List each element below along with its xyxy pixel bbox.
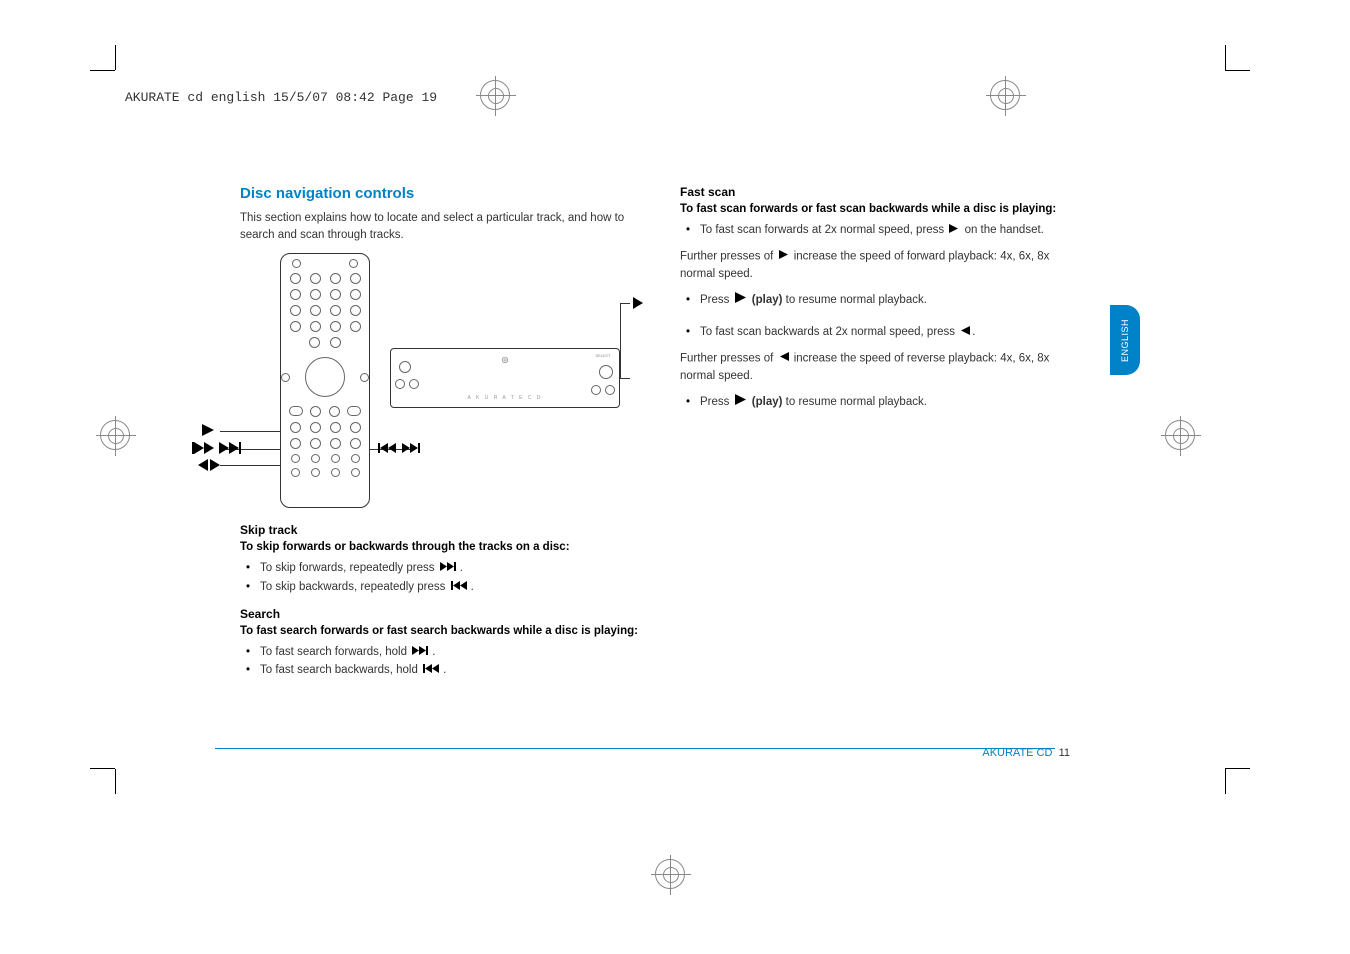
play-icon bbox=[949, 221, 959, 239]
left-right-icon bbox=[198, 459, 220, 474]
play-icon bbox=[779, 248, 789, 265]
language-tab: ENGLISH bbox=[1110, 305, 1140, 375]
register-mark bbox=[1165, 420, 1195, 450]
skip-back-icon bbox=[192, 442, 216, 457]
list-item: To fast scan backwards at 2x normal spee… bbox=[700, 323, 1080, 342]
reverse-icon bbox=[779, 350, 789, 367]
crop-mark bbox=[1225, 70, 1250, 71]
fast-scan-heading: Fast scan bbox=[680, 185, 1080, 199]
page-title: Disc navigation controls bbox=[240, 185, 640, 202]
intro-text: This section explains how to locate and … bbox=[240, 210, 640, 243]
register-mark bbox=[655, 859, 685, 889]
list-item: To fast search backwards, hold . bbox=[260, 661, 640, 680]
footer-rule bbox=[215, 748, 1055, 749]
list-item: To fast scan forwards at 2x normal speed… bbox=[700, 221, 1080, 240]
prepress-header: AKURATE cd english 15/5/07 08:42 Page 19 bbox=[125, 90, 437, 105]
footer-page-number: 11 bbox=[1059, 747, 1070, 759]
list-item: To skip forwards, repeatedly press . bbox=[260, 559, 640, 578]
play-icon bbox=[735, 393, 747, 411]
fast-scan-instruction: To fast scan forwards or fast scan backw… bbox=[680, 203, 1080, 215]
crop-mark bbox=[90, 768, 115, 769]
paragraph: Further presses of increase the speed of… bbox=[680, 248, 1080, 283]
page-content: Disc navigation controls This section ex… bbox=[240, 185, 1110, 688]
skip-forward-icon bbox=[412, 643, 430, 661]
list-item: To fast search forwards, hold . bbox=[260, 643, 640, 662]
crop-mark bbox=[1225, 769, 1226, 794]
play-icon bbox=[735, 291, 747, 309]
search-heading: Search bbox=[240, 607, 640, 621]
remote-and-deck-diagram: ◎ A K U R A T E C D SELECT bbox=[220, 253, 620, 513]
crop-mark bbox=[1225, 45, 1226, 70]
fast-list-4: Press (play) to resume normal playback. bbox=[680, 393, 1080, 412]
paragraph: Further presses of increase the speed of… bbox=[680, 350, 1080, 385]
play-icon bbox=[202, 424, 216, 439]
crop-mark bbox=[90, 70, 115, 71]
skip-instruction: To skip forwards or backwards through th… bbox=[240, 541, 640, 553]
deck-brand-label: A K U R A T E C D bbox=[468, 395, 543, 401]
reverse-icon bbox=[960, 323, 970, 341]
skip-back-icon bbox=[423, 661, 441, 679]
left-column: Disc navigation controls This section ex… bbox=[240, 185, 640, 688]
skip-heading: Skip track bbox=[240, 523, 640, 537]
skip-forward-icon bbox=[402, 442, 422, 456]
register-mark bbox=[100, 420, 130, 450]
footer-brand: AKURATE CD bbox=[982, 747, 1052, 759]
register-mark bbox=[990, 80, 1020, 110]
register-mark bbox=[480, 80, 510, 110]
skip-back-icon bbox=[378, 442, 398, 456]
list-item: Press (play) to resume normal playback. bbox=[700, 393, 1080, 412]
footer: AKURATE CD 11 bbox=[982, 747, 1070, 759]
list-item: To skip backwards, repeatedly press . bbox=[260, 578, 640, 597]
crop-mark bbox=[115, 769, 116, 794]
crop-mark bbox=[115, 45, 116, 70]
cd-deck-outline: ◎ A K U R A T E C D SELECT bbox=[390, 348, 620, 408]
fast-list-3: To fast scan backwards at 2x normal spee… bbox=[680, 323, 1080, 342]
search-instruction: To fast search forwards or fast search b… bbox=[240, 625, 640, 637]
search-list: To fast search forwards, hold . To fast … bbox=[240, 643, 640, 680]
skip-forward-icon bbox=[440, 559, 458, 577]
list-item: Press (play) to resume normal playback. bbox=[700, 291, 1080, 310]
skip-back-icon bbox=[451, 578, 469, 596]
crop-mark bbox=[1225, 768, 1250, 769]
skip-forward-icon bbox=[219, 442, 243, 457]
fast-list-2: Press (play) to resume normal playback. bbox=[680, 291, 1080, 310]
skip-list: To skip forwards, repeatedly press . To … bbox=[240, 559, 640, 596]
fast-list-1: To fast scan forwards at 2x normal speed… bbox=[680, 221, 1080, 240]
play-icon bbox=[633, 297, 645, 312]
remote-outline bbox=[280, 253, 370, 508]
right-column: Fast scan To fast scan forwards or fast … bbox=[680, 185, 1080, 688]
